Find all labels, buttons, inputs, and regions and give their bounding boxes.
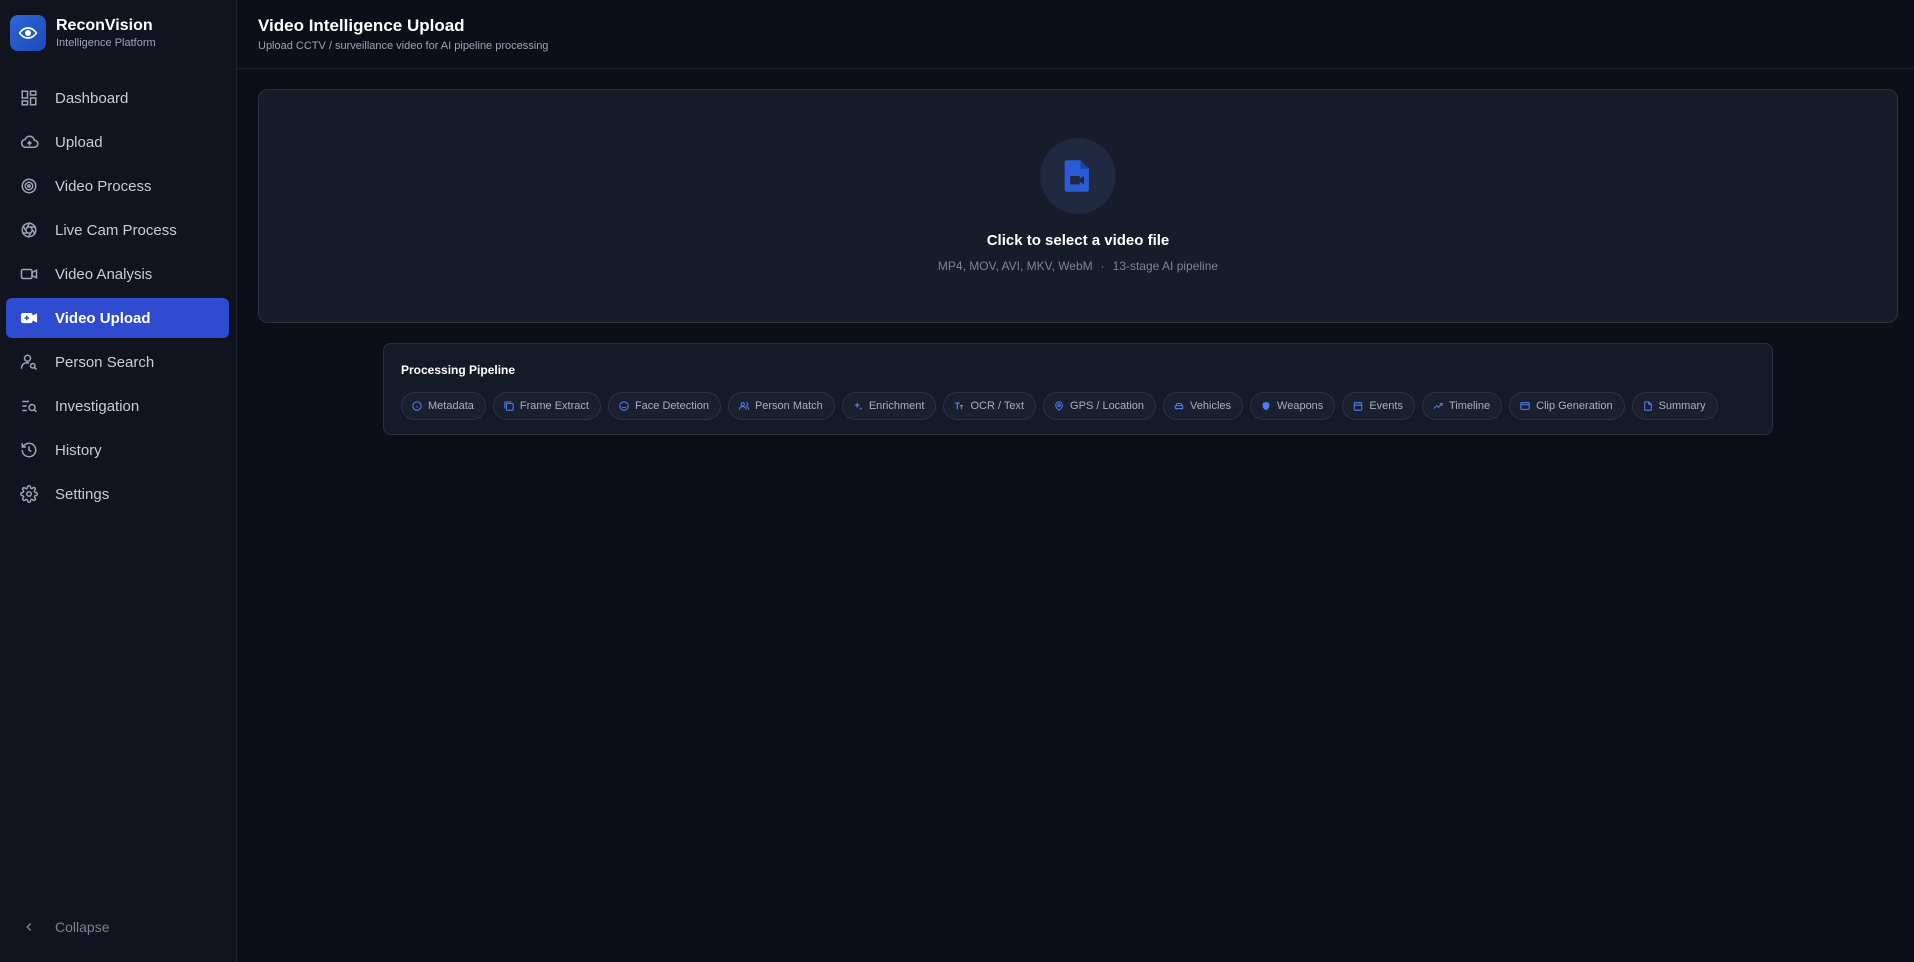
collapse-button[interactable]: Collapse <box>6 907 229 947</box>
page-subtitle: Upload CCTV / surveillance video for AI … <box>258 40 549 52</box>
brand[interactable]: ReconVision Intelligence Platform <box>10 14 156 52</box>
sidebar-nav: Dashboard Upload Video Process Live Cam … <box>6 78 229 518</box>
sidebar-item-video-analysis[interactable]: Video Analysis <box>6 254 229 294</box>
cloud-upload-icon <box>19 132 39 152</box>
stage-label: Face Detection <box>634 400 709 412</box>
video-file-dropzone[interactable]: Click to select a video file MP4, MOV, A… <box>258 89 1898 323</box>
sidebar-item-label: History <box>55 441 102 459</box>
video-file-icon <box>1040 138 1116 214</box>
stage-label: Clip Generation <box>1536 400 1613 412</box>
face-icon <box>619 401 629 411</box>
sidebar-item-video-process[interactable]: Video Process <box>6 166 229 206</box>
sidebar-item-label: Person Search <box>55 353 155 371</box>
stage-frame-extract: Frame Extract <box>492 392 601 420</box>
stage-label: Timeline <box>1448 400 1491 412</box>
stage-face-detection: Face Detection <box>607 392 721 420</box>
brand-subtitle: Intelligence Platform <box>56 36 156 49</box>
person-search-icon <box>19 352 39 372</box>
list-search-icon <box>19 396 39 416</box>
pipeline-title: Processing Pipeline <box>401 363 516 377</box>
stage-label: Vehicles <box>1190 400 1232 412</box>
sidebar-item-label: Settings <box>55 485 110 503</box>
video-upload-icon <box>19 308 39 328</box>
stage-events: Events <box>1342 392 1415 420</box>
stage-enrichment: Enrichment <box>841 392 937 420</box>
dropzone-title: Click to select a video file <box>986 232 1170 249</box>
stage-timeline: Timeline <box>1421 392 1503 420</box>
stage-label: Enrichment <box>868 400 925 412</box>
shield-icon <box>1261 401 1271 411</box>
video-camera-icon <box>19 264 39 284</box>
calendar-icon <box>1353 401 1363 411</box>
eye-icon <box>10 15 46 51</box>
dropzone-hint: MP4, MOV, AVI, MKV, WebM · 13-stage AI pip… <box>259 259 1897 273</box>
text-icon <box>954 401 964 411</box>
page-header: Video Intelligence Upload Upload CCTV / … <box>237 0 1914 69</box>
processing-pipeline-panel: Processing Pipeline Metadata Frame Extra… <box>383 343 1773 435</box>
separator-dot: · <box>1100 259 1105 273</box>
sidebar-item-investigation[interactable]: Investigation <box>6 386 229 426</box>
stage-label: Frame Extract <box>519 400 589 412</box>
stage-person-match: Person Match <box>727 392 835 420</box>
history-icon <box>19 440 39 460</box>
sidebar-item-label: Upload <box>55 133 103 151</box>
document-icon <box>1643 401 1653 411</box>
sidebar-item-label: Video Process <box>55 177 152 195</box>
sidebar-item-dashboard[interactable]: Dashboard <box>6 78 229 118</box>
page-title: Video Intelligence Upload <box>258 16 465 35</box>
aperture-icon <box>19 220 39 240</box>
pipeline-note: 13-stage AI pipeline <box>1112 259 1219 273</box>
sidebar-item-video-upload[interactable]: Video Upload <box>6 298 229 338</box>
sidebar-item-upload[interactable]: Upload <box>6 122 229 162</box>
gear-icon <box>19 484 39 504</box>
target-icon <box>19 176 39 196</box>
users-icon <box>738 401 749 411</box>
supported-formats: MP4, MOV, AVI, MKV, WebM <box>937 259 1093 273</box>
stage-weapons: Weapons <box>1250 392 1336 420</box>
sidebar-item-label: Video Upload <box>55 309 151 327</box>
sidebar: ReconVision Intelligence Platform Dashbo… <box>0 0 237 962</box>
stage-label: GPS / Location <box>1070 400 1145 412</box>
chevron-left-icon <box>19 917 39 937</box>
stage-vehicles: Vehicles <box>1163 392 1244 420</box>
sidebar-item-label: Investigation <box>55 397 140 415</box>
stage-gps-location: GPS / Location <box>1043 392 1157 420</box>
sidebar-item-person-search[interactable]: Person Search <box>6 342 229 382</box>
stage-label: Person Match <box>754 400 823 412</box>
sidebar-item-label: Live Cam Process <box>55 221 177 239</box>
stage-summary: Summary <box>1631 392 1718 420</box>
sidebar-item-live-cam-process[interactable]: Live Cam Process <box>6 210 229 250</box>
stage-ocr-text: OCR / Text <box>943 392 1037 420</box>
clip-icon <box>1520 401 1530 411</box>
trend-icon <box>1433 401 1443 411</box>
stage-label: Summary <box>1658 400 1706 412</box>
pipeline-stages: Metadata Frame Extract Face Detection Pe… <box>401 392 1725 420</box>
stage-clip-generation: Clip Generation <box>1509 392 1625 420</box>
sidebar-item-label: Dashboard <box>55 89 129 107</box>
car-icon <box>1174 401 1184 411</box>
map-pin-icon <box>1054 401 1064 411</box>
frames-icon <box>504 401 514 411</box>
sparkles-icon <box>853 401 863 411</box>
stage-label: Metadata <box>428 400 474 412</box>
sidebar-item-history[interactable]: History <box>6 430 229 470</box>
brand-title: ReconVision <box>56 16 153 34</box>
stage-metadata: Metadata <box>401 392 486 420</box>
stage-label: Events <box>1369 400 1403 412</box>
stage-label: OCR / Text <box>970 400 1025 412</box>
stage-label: Weapons <box>1277 400 1324 412</box>
collapse-label: Collapse <box>55 919 110 935</box>
info-icon <box>412 401 422 411</box>
sidebar-item-label: Video Analysis <box>55 265 153 283</box>
sidebar-item-settings[interactable]: Settings <box>6 474 229 514</box>
dashboard-icon <box>19 88 39 108</box>
